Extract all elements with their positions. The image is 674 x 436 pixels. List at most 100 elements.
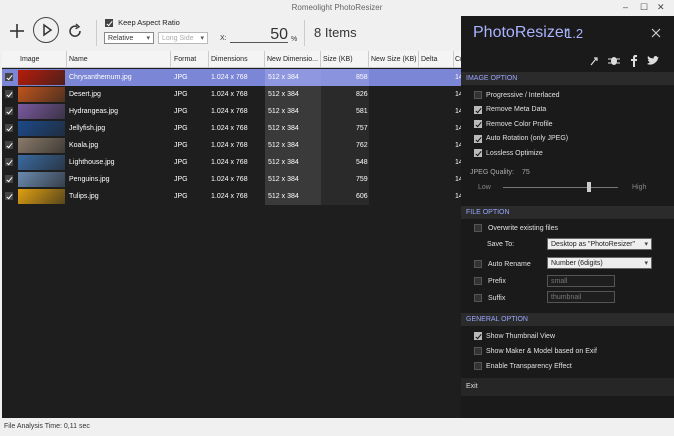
table-row[interactable]: Hydrangeas.jpg JPG 1.024 x 768 512 x 384 581…	[2, 103, 463, 120]
file-dimensions: 1.024 x 768	[211, 159, 248, 166]
suffix-input[interactable]: thumbnail	[547, 291, 615, 303]
table-row[interactable]: Koala.jpg JPG 1.024 x 768 512 x 384 762 14	[2, 137, 463, 154]
suffix-label: Suffix	[487, 294, 506, 302]
overwrite-option[interactable]: Overwrite existing files	[474, 224, 558, 232]
scale-input[interactable]: 50	[230, 26, 288, 43]
table-row[interactable]: Jellyfish.jpg JPG 1.024 x 768 512 x 384 757 1…	[2, 120, 463, 137]
keep-aspect-checkbox[interactable]	[105, 19, 113, 28]
play-button[interactable]	[33, 17, 59, 43]
refresh-icon[interactable]	[66, 22, 84, 40]
minimize-button[interactable]: ‒	[623, 2, 628, 12]
file-dimensions: 1.024 x 768	[211, 91, 248, 98]
col-name[interactable]: Name	[69, 56, 88, 63]
row-checkbox[interactable]	[5, 175, 13, 183]
settings-panel: PhotoResizer 1.2 IMAGE OPTION Progressiv…	[461, 16, 674, 418]
close-window-button[interactable]: ✕	[657, 2, 665, 13]
file-format: JPG	[174, 159, 188, 166]
general-option-label: Show Thumbnail View	[486, 332, 556, 340]
file-size: 826	[356, 91, 368, 98]
general-option-item[interactable]: Show Thumbnail View	[474, 332, 555, 340]
image-option-checkbox[interactable]	[474, 91, 482, 99]
table-row[interactable]: Tulips.jpg JPG 1.024 x 768 512 x 384 606 14	[2, 188, 463, 205]
panel-title: PhotoResizer	[473, 24, 570, 41]
title-bar: Romeolight PhotoResizer ‒ ☐ ✕	[0, 0, 674, 16]
file-new-dimensions: 512 x 384	[268, 176, 299, 183]
file-size: 762	[356, 142, 368, 149]
col-dimensions[interactable]: Dimensions	[211, 56, 248, 63]
row-checkbox[interactable]	[5, 158, 13, 166]
file-format: JPG	[174, 91, 188, 98]
file-dimensions: 1.024 x 768	[211, 176, 248, 183]
image-option-item[interactable]: Remove Color Profile	[474, 120, 553, 128]
col-delta[interactable]: Delta	[421, 56, 437, 63]
quality-high-label: High	[632, 184, 647, 191]
col-image[interactable]: Image	[20, 56, 39, 63]
image-option-checkbox[interactable]	[474, 134, 482, 143]
image-option-item[interactable]: Auto Rotation (only JPEG)	[474, 134, 568, 143]
prefix-option[interactable]: Prefix	[474, 277, 506, 285]
general-option-item[interactable]: Enable Transparency Effect	[474, 362, 572, 370]
general-option-item[interactable]: Show Maker & Model based on Exif	[474, 347, 597, 355]
image-option-item[interactable]: Lossless Optimize	[474, 149, 543, 157]
row-checkbox[interactable]	[5, 73, 13, 81]
overwrite-checkbox[interactable]	[474, 224, 482, 232]
quality-slider-track[interactable]	[503, 182, 618, 192]
bug-icon[interactable]	[608, 55, 620, 67]
row-checkbox[interactable]	[5, 192, 13, 200]
quality-slider-thumb[interactable]	[587, 182, 592, 192]
file-table: Image Name Format Dimensions New Dimensi…	[2, 51, 463, 418]
auto-rename-checkbox[interactable]	[474, 260, 482, 268]
col-size[interactable]: Size (KB)	[323, 56, 353, 63]
image-option-checkbox[interactable]	[474, 120, 482, 128]
close-icon[interactable]	[651, 28, 661, 38]
suffix-option[interactable]: Suffix	[474, 294, 505, 302]
side-select[interactable]: Long Side	[158, 32, 208, 44]
save-to-label: Save To:	[487, 241, 515, 248]
general-option-checkbox[interactable]	[474, 347, 482, 355]
twitter-icon[interactable]	[647, 56, 659, 66]
file-dimensions: 1.024 x 768	[211, 142, 248, 149]
save-to-select[interactable]: Desktop as "PhotoResizer"	[547, 238, 652, 250]
maximize-button[interactable]: ☐	[640, 2, 648, 13]
exit-button[interactable]: Exit	[466, 383, 478, 390]
row-checkbox[interactable]	[5, 107, 13, 115]
image-option-label: Lossless Optimize	[486, 149, 543, 157]
auto-rename-option[interactable]: Auto Rename	[474, 260, 531, 268]
row-checkbox[interactable]	[5, 90, 13, 98]
keep-aspect-label: Keep Aspect Ratio	[118, 18, 180, 27]
file-format: JPG	[174, 108, 188, 115]
image-option-label: Remove Color Profile	[486, 120, 553, 128]
general-option-checkbox[interactable]	[474, 362, 482, 370]
col-format[interactable]: Format	[174, 56, 196, 63]
facebook-icon[interactable]	[629, 55, 639, 67]
table-row[interactable]: Desert.jpg JPG 1.024 x 768 512 x 384 826 14	[2, 86, 463, 103]
image-option-checkbox[interactable]	[474, 149, 482, 157]
col-new-dimensions[interactable]: New Dimensio...	[267, 56, 318, 63]
file-size: 581	[356, 108, 368, 115]
prefix-checkbox[interactable]	[474, 277, 482, 285]
file-new-dimensions: 512 x 384	[268, 159, 299, 166]
suffix-checkbox[interactable]	[474, 294, 482, 302]
image-option-item[interactable]: Remove Meta Data	[474, 105, 546, 114]
items-count: 8 Items	[314, 25, 357, 40]
plus-icon[interactable]	[8, 22, 26, 40]
mode-select[interactable]: Relative	[104, 32, 154, 44]
table-row[interactable]: Chrysanthemum.jpg JPG 1.024 x 768 512 x 384…	[2, 69, 463, 86]
keep-aspect-ratio[interactable]: Keep Aspect Ratio	[105, 18, 180, 28]
image-option-item[interactable]: Progressive / Interlaced	[474, 91, 560, 99]
row-checkbox[interactable]	[5, 141, 13, 149]
file-format: JPG	[174, 142, 188, 149]
general-option-checkbox[interactable]	[474, 332, 482, 340]
table-row[interactable]: Lighthouse.jpg JPG 1.024 x 768 512 x 384 548…	[2, 154, 463, 171]
row-checkbox[interactable]	[5, 124, 13, 132]
col-new-size[interactable]: New Size (KB)	[371, 56, 417, 63]
image-option-checkbox[interactable]	[474, 105, 482, 114]
file-new-dimensions: 512 x 384	[268, 125, 299, 132]
auto-rename-select[interactable]: Number (6digits)	[547, 257, 652, 269]
table-row[interactable]: Penguins.jpg JPG 1.024 x 768 512 x 384 759 14	[2, 171, 463, 188]
prefix-input[interactable]: small	[547, 275, 615, 287]
file-name: Hydrangeas.jpg	[69, 108, 119, 115]
tools-icon[interactable]	[589, 56, 599, 66]
file-new-dimensions: 512 x 384	[268, 193, 299, 200]
file-format: JPG	[174, 125, 188, 132]
